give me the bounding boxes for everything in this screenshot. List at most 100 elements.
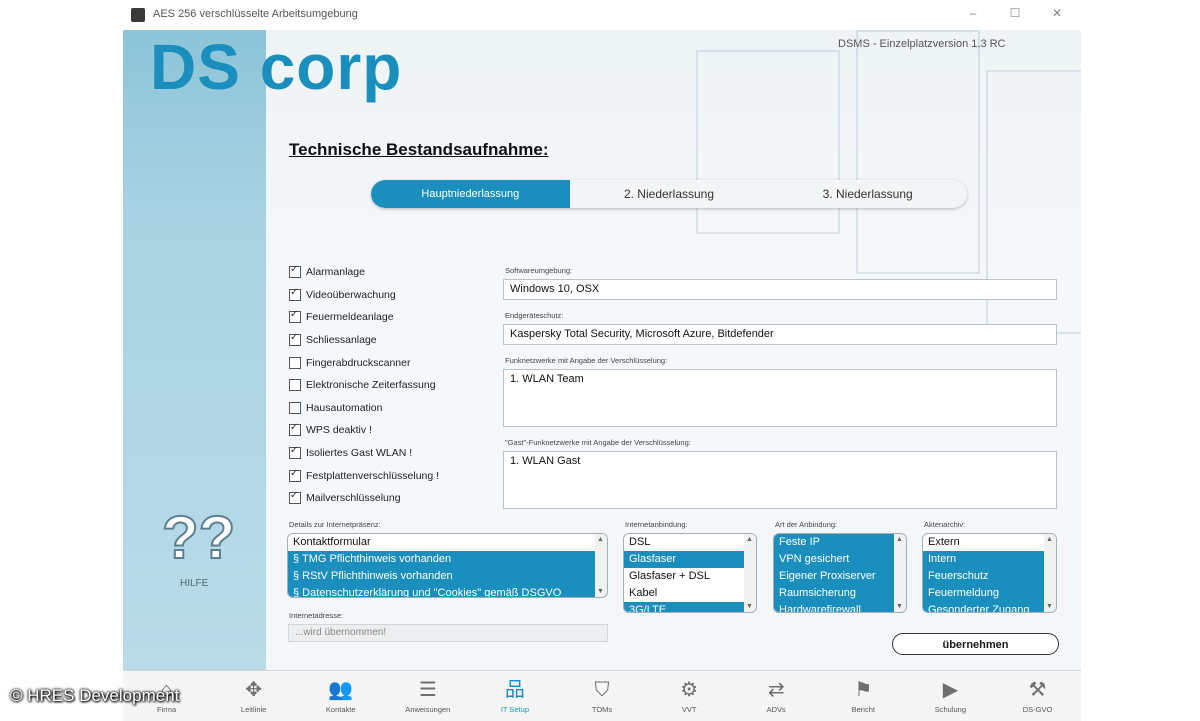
list-item[interactable]: § RStV Pflichthinweis vorhanden (288, 568, 607, 585)
nav-label: ADVs (766, 705, 786, 714)
nav-label: Firma (156, 705, 177, 714)
nav-label: Bericht (851, 705, 875, 714)
nav-item-anweisungen[interactable]: ☰ Anweisungen (384, 671, 471, 721)
checkbox-row[interactable]: Isoliertes Gast WLAN ! (289, 442, 439, 465)
checkbox-row[interactable]: Festplattenverschlüsselung ! (289, 464, 439, 487)
checkbox[interactable] (289, 287, 301, 301)
checkbox-label: Festplattenverschlüsselung ! (306, 469, 440, 482)
checkbox[interactable] (289, 264, 301, 279)
scroll-down-icon[interactable]: ▼ (1046, 603, 1053, 610)
checkbox[interactable] (289, 309, 301, 324)
maximize-button[interactable]: ☐ (1005, 6, 1025, 20)
scrollbar[interactable]: ▲ ▼ (1044, 534, 1056, 612)
guest-networks-field[interactable]: 1. WLAN Gast (503, 451, 1057, 509)
nav-label: VVT (681, 705, 697, 714)
nav-item-schulung[interactable]: ▶ Schulung (907, 671, 994, 721)
list-item[interactable]: Eigener Proxiserver (774, 568, 906, 585)
scroll-down-icon[interactable]: ▼ (597, 588, 604, 595)
scroll-up-icon[interactable]: ▲ (1046, 536, 1053, 543)
checkbox-row[interactable]: Elektronische Zeiterfassung (289, 374, 439, 397)
checkbox-row[interactable]: Alarmanlage (289, 261, 439, 284)
minimize-button[interactable]: – (963, 6, 983, 20)
nav-item-kontakte[interactable]: 👥 Kontakte (297, 671, 384, 721)
list-item[interactable]: Kontaktformular (288, 534, 607, 551)
version-label: DSMS - Einzelplatzversion 1.3 RC (838, 38, 1006, 50)
apply-button[interactable]: übernehmen (892, 633, 1059, 655)
checkbox-row[interactable]: WPS deaktiv ! (289, 419, 439, 442)
bottom-navigation: ⌂ Firma ✥ Leitlinie 👥 Kontakte ☰ Anweisungen… (123, 670, 1081, 721)
nav-item-bericht[interactable]: ⚑ Bericht (820, 671, 907, 721)
scroll-up-icon[interactable]: ▲ (896, 536, 903, 543)
wireless-networks-label: Funknetzwerke mit Angabe der Verschlüsse… (505, 356, 668, 365)
checkbox[interactable] (289, 356, 301, 369)
web-presence-list[interactable]: Kontaktformular § TMG Pflichthinweis vor… (287, 533, 608, 598)
list-item[interactable]: DSL (624, 534, 756, 551)
checkbox[interactable] (289, 401, 301, 414)
checkbox-row[interactable]: Feuermeldeanlage (289, 306, 439, 329)
nav-item-toms[interactable]: ⛉ TOMs (558, 671, 645, 721)
checkbox-label: Videoüberwachung (306, 288, 396, 301)
scroll-down-icon[interactable]: ▼ (896, 603, 903, 610)
list-item[interactable]: Gesonderter Zugang (923, 602, 1056, 612)
tab-hauptniederlassung[interactable]: Hauptniederlassung (371, 180, 570, 208)
nav-item-ds-gvo[interactable]: ⚒ DS-GVO (994, 671, 1081, 721)
software-field[interactable]: Windows 10, OSX (503, 279, 1057, 300)
page-title: Technische Bestandsaufnahme: (289, 140, 549, 159)
flag-icon: ⚑ (854, 679, 873, 701)
scrollbar[interactable]: ▲ ▼ (894, 534, 906, 612)
checkbox-row[interactable]: Fingerabdruckscanner (289, 351, 439, 374)
scroll-up-icon[interactable]: ▲ (597, 536, 604, 543)
web-address-field[interactable]: ...wird übernommen! (288, 624, 608, 642)
scrollbar[interactable]: ▲ ▼ (595, 534, 607, 597)
list-item[interactable]: Extern (923, 534, 1056, 551)
endpoint-protection-field[interactable]: Kaspersky Total Security, Microsoft Azur… (503, 324, 1057, 345)
checkbox[interactable] (289, 379, 301, 392)
checkbox[interactable] (289, 422, 301, 437)
play-icon: ▶ (942, 679, 959, 701)
nav-label: Leitlinie (240, 705, 267, 714)
scroll-down-icon[interactable]: ▼ (746, 603, 753, 610)
branch-tabs: Hauptniederlassung 2. Niederlassung 3. N… (371, 180, 967, 208)
window-title: AES 256 verschlüsselte Arbeitsumgebung (153, 8, 358, 20)
checkbox-row[interactable]: Mailverschlüsselung (289, 487, 439, 510)
tab-2-niederlassung[interactable]: 2. Niederlassung (570, 180, 769, 208)
nav-item-leitlinie[interactable]: ✥ Leitlinie (210, 671, 297, 721)
nav-item-vvt[interactable]: ⚙ VVT (646, 671, 733, 721)
list-item[interactable]: Glasfaser + DSL (624, 568, 756, 585)
list-item[interactable]: Feste IP (774, 534, 906, 551)
file-archive-list[interactable]: Extern Intern Feuerschutz Feuermeldung G… (922, 533, 1057, 613)
background-decoration (856, 30, 980, 274)
shield-icon: ⛉ (594, 679, 610, 701)
checkbox[interactable] (289, 490, 301, 505)
list-item[interactable]: § Datenschutzerklärung und "Cookies" gem… (288, 585, 607, 597)
checkbox[interactable] (289, 332, 301, 347)
checkbox-label: Elektronische Zeiterfassung (306, 379, 436, 392)
wireless-networks-field[interactable]: 1. WLAN Team (503, 369, 1057, 427)
list-icon: ☰ (418, 679, 437, 701)
list-item[interactable]: Glasfaser (624, 551, 756, 568)
checkbox[interactable] (289, 445, 301, 460)
nav-item-advs[interactable]: ⇄ ADVs (733, 671, 820, 721)
list-item[interactable]: Intern (923, 551, 1056, 568)
list-item[interactable]: Hardwarefirewall (774, 602, 906, 612)
list-item[interactable]: Feuerschutz (923, 568, 1056, 585)
connection-type-list[interactable]: Feste IP VPN gesichert Eigener Proxiserv… (773, 533, 907, 613)
list-item[interactable]: Feuermeldung (923, 585, 1056, 602)
list-item[interactable]: 3G/LTE (624, 602, 756, 612)
contacts-icon: 👥 (328, 679, 354, 701)
list-item[interactable]: § TMG Pflichthinweis vorhanden (288, 551, 607, 568)
checkbox-row[interactable]: Videoüberwachung (289, 284, 439, 307)
close-button[interactable]: ✕ (1047, 6, 1067, 20)
checkbox[interactable] (289, 468, 301, 482)
checkbox-row[interactable]: Schliessanlage (289, 329, 439, 352)
list-item[interactable]: Kabel (624, 585, 756, 602)
nav-item-it-setup[interactable]: 品 IT Setup (471, 671, 558, 721)
scroll-up-icon[interactable]: ▲ (746, 536, 753, 543)
tab-3-niederlassung[interactable]: 3. Niederlassung (768, 180, 967, 208)
list-item[interactable]: VPN gesichert (774, 551, 906, 568)
help-button[interactable]: ?? HILFE (160, 500, 240, 592)
list-item[interactable]: Raumsicherung (774, 585, 906, 602)
checkbox-row[interactable]: Hausautomation (289, 397, 439, 420)
internet-connection-list[interactable]: DSL Glasfaser Glasfaser + DSL Kabel 3G/L… (623, 533, 757, 613)
scrollbar[interactable]: ▲ ▼ (744, 534, 756, 612)
